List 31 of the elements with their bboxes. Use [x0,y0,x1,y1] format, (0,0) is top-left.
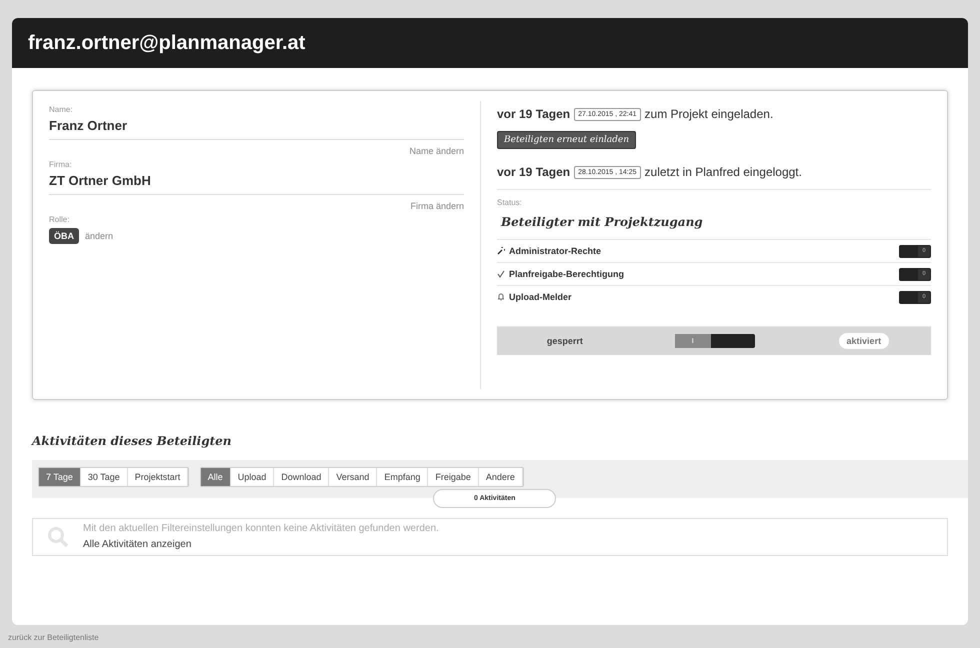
name-value: Franz Ortner [49,114,464,140]
access-option[interactable]: gesperrt [538,333,591,349]
access-option[interactable]: aktiviert [838,333,890,349]
search-icon [47,526,69,548]
check-icon [497,270,505,278]
time-ago: vor 19 Tagen [497,165,570,179]
type-filter[interactable]: Alle [200,468,231,486]
reinvite-button[interactable]: Beteiligten erneut einladen [497,131,636,149]
empty-message: Mit den aktuellen Filtereinstellungen konnten keine Aktivitäten gefunden werden. [83,522,439,534]
company-value: ZT Ortner GmbH [49,169,464,195]
section-title: Aktivitäten dieses Beteiligten [30,434,232,448]
invite-text: zum Projekt eingeladen. [644,107,774,121]
permission-label: Planfreigabe-Berechtigung [509,269,626,279]
status-value: Beteiligter mit Projektzugang [500,214,704,231]
login-text: zuletzt in Planfred eingeloggt. [644,165,802,179]
edit-link[interactable]: ändern [85,231,114,241]
permission-label: Upload-Melder [509,292,573,302]
field-label: Status: [497,198,523,207]
field-label: Firma: [49,160,73,169]
permission-label: Administrator-Rechte [509,246,602,256]
edit-link[interactable]: Name ändern [49,140,464,160]
wrench-icon [497,247,505,255]
show-all-link[interactable]: Alle Aktivitäten anzeigen [83,538,192,550]
field-label: Name: [49,105,74,114]
period-filter[interactable]: 7 Tage [39,468,81,486]
time-ago: vor 19 Tagen [497,107,570,121]
edit-link[interactable]: Firma ändern [49,195,464,215]
bell-icon [497,293,505,301]
field-label: Rolle: [49,215,70,224]
page-title: franz.ortner@planmanager.at [12,18,968,68]
role-badge: ÖBA [49,228,79,244]
